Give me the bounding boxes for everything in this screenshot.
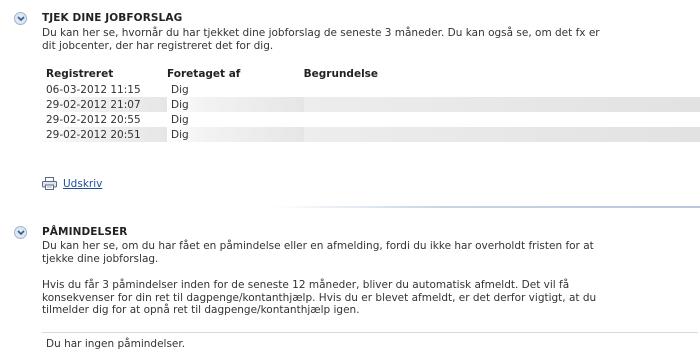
empty-reminders-message: Du har ingen påmindelser. — [46, 338, 186, 350]
table-row: 29-02-2012 20:51 Dig — [42, 127, 700, 142]
cell-registered: 29-02-2012 20:51 — [42, 127, 168, 142]
paamindelser-intro: Du kan her se, om du har fået en påminde… — [42, 240, 697, 265]
print-link-label[interactable]: Udskriv — [63, 178, 102, 190]
rules-line: konsekvenser for din ret til dagpenge/ko… — [42, 291, 597, 304]
section-title-jobforslag: TJEK DINE JOBFORSLAG — [42, 12, 183, 24]
table-row: 06-03-2012 11:15 Dig — [42, 82, 700, 97]
table-header-row: Registreret Foretaget af Begrundelse — [42, 66, 700, 82]
collapse-toggle-jobforslag[interactable] — [14, 12, 27, 25]
description-line: dit jobcenter, der har registreret det f… — [42, 39, 274, 52]
cell-by: Dig — [167, 127, 304, 142]
jobforslag-description: Du kan her se, hvornår du har tjekket di… — [42, 27, 697, 52]
cell-reason — [303, 97, 700, 112]
rules-line: tilmelder dig for at opnå ret til dagpen… — [42, 304, 360, 316]
list-divider — [42, 332, 698, 333]
printer-icon — [42, 177, 57, 190]
print-link[interactable]: Udskriv — [42, 177, 102, 190]
intro-line: Du kan her se, om du har fået en påminde… — [42, 240, 594, 252]
intro-line: tjekke dine jobforslag. — [42, 252, 159, 265]
column-header-by: Foretaget af — [167, 68, 241, 80]
column-header-reason: Begrundelse — [303, 68, 379, 80]
cell-reason — [303, 112, 700, 127]
cell-by: Dig — [167, 97, 304, 112]
cell-by: Dig — [167, 82, 304, 97]
section-divider — [270, 206, 700, 208]
chevron-down-icon — [17, 16, 25, 22]
cell-registered: 29-02-2012 21:07 — [42, 97, 168, 112]
cell-by: Dig — [167, 112, 304, 127]
rules-line: Hvis du får 3 påmindelser inden for de s… — [42, 279, 570, 291]
cell-registered: 29-02-2012 20:55 — [42, 112, 168, 127]
collapse-toggle-paamindelser[interactable] — [14, 226, 27, 239]
chevron-down-icon — [17, 230, 25, 236]
table-row: 29-02-2012 21:07 Dig — [42, 97, 700, 112]
description-line: Du kan her se, hvornår du har tjekket di… — [42, 27, 600, 39]
cell-reason — [303, 82, 700, 97]
table-row: 29-02-2012 20:55 Dig — [42, 112, 700, 127]
registrations-table: Registreret Foretaget af Begrundelse 06-… — [42, 66, 700, 142]
cell-reason — [303, 127, 700, 142]
cell-registered: 06-03-2012 11:15 — [42, 82, 168, 97]
section-title-paamindelser: PÅMINDELSER — [42, 226, 128, 238]
paamindelser-rules: Hvis du får 3 påmindelser inden for de s… — [42, 279, 697, 317]
column-header-registered: Registreret — [46, 68, 114, 80]
